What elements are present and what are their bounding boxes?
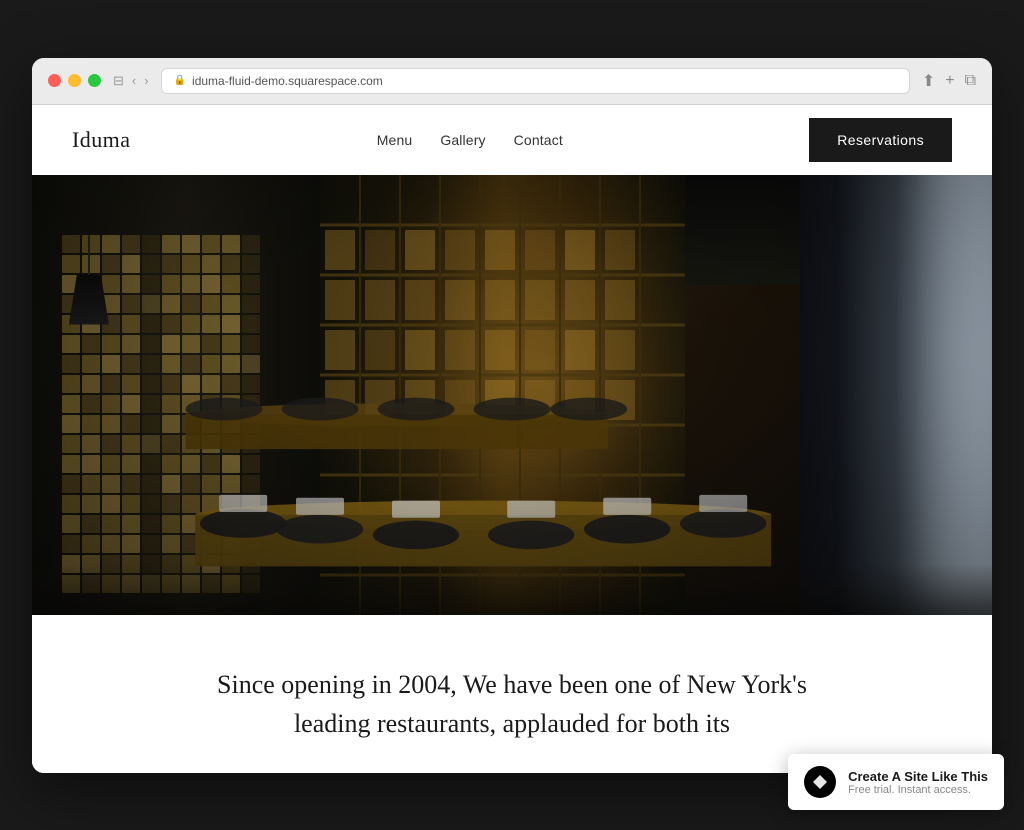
url-text: iduma-fluid-demo.squarespace.com xyxy=(192,74,383,88)
browser-controls: ⊟ ‹ › xyxy=(113,73,149,89)
sidebar-toggle-icon[interactable]: ⊟ xyxy=(113,73,124,89)
squarespace-banner[interactable]: Create A Site Like This Free trial. Inst… xyxy=(788,754,1004,810)
traffic-lights xyxy=(48,74,101,87)
text-section: Since opening in 2004, We have been one … xyxy=(32,615,992,773)
nav-menu[interactable]: Menu xyxy=(377,132,413,148)
site-nav: Menu Gallery Contact xyxy=(377,132,563,148)
hero-scene xyxy=(32,175,992,615)
back-button[interactable]: ‹ xyxy=(132,73,136,88)
browser-actions: ⬆ + ⧉ xyxy=(922,71,976,91)
squarespace-title: Create A Site Like This xyxy=(848,769,988,784)
reservations-button[interactable]: Reservations xyxy=(809,118,952,162)
hero-image xyxy=(32,175,992,615)
browser-window: ⊟ ‹ › 🔒 iduma-fluid-demo.squarespace.com… xyxy=(32,58,992,773)
browser-chrome: ⊟ ‹ › 🔒 iduma-fluid-demo.squarespace.com… xyxy=(32,58,992,105)
squarespace-logo xyxy=(804,766,836,798)
lock-icon: 🔒 xyxy=(174,75,186,86)
site-content: Iduma Menu Gallery Contact Reservations xyxy=(32,105,992,773)
minimize-button[interactable] xyxy=(68,74,81,87)
new-tab-icon[interactable]: + xyxy=(945,72,954,90)
close-button[interactable] xyxy=(48,74,61,87)
tabs-icon[interactable]: ⧉ xyxy=(965,72,976,90)
intro-text: Since opening in 2004, We have been one … xyxy=(212,665,812,743)
site-logo: Iduma xyxy=(72,127,130,153)
nav-contact[interactable]: Contact xyxy=(514,132,563,148)
maximize-button[interactable] xyxy=(88,74,101,87)
vignette xyxy=(32,175,992,615)
squarespace-subtitle: Free trial. Instant access. xyxy=(848,784,988,796)
squarespace-text-block: Create A Site Like This Free trial. Inst… xyxy=(848,769,988,796)
site-header: Iduma Menu Gallery Contact Reservations xyxy=(32,105,992,175)
forward-button[interactable]: › xyxy=(144,73,148,88)
nav-gallery[interactable]: Gallery xyxy=(440,132,485,148)
address-bar[interactable]: 🔒 iduma-fluid-demo.squarespace.com xyxy=(161,68,910,94)
share-icon[interactable]: ⬆ xyxy=(922,71,935,91)
